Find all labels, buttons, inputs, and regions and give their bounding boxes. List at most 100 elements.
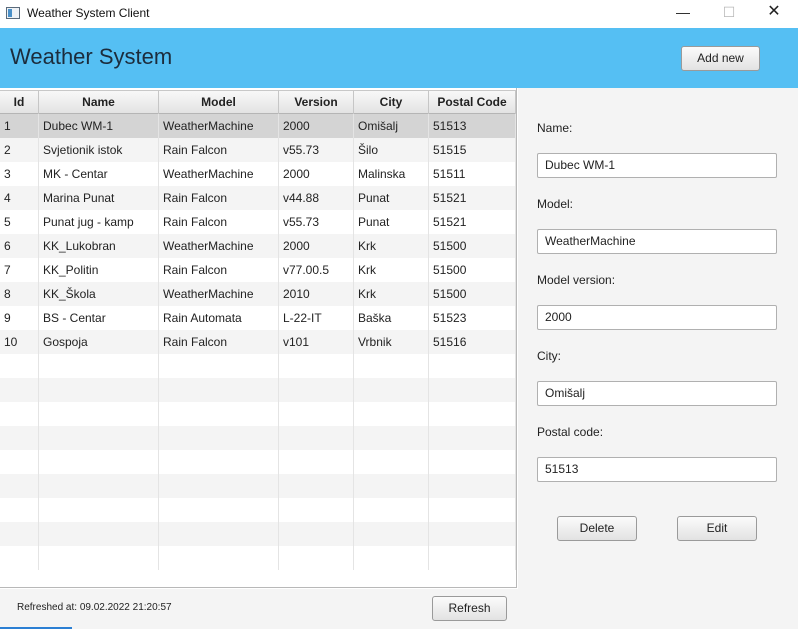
column-header-city[interactable]: City: [354, 91, 429, 114]
cell-name: [39, 498, 159, 522]
cell-postal-code: 51500: [429, 258, 516, 282]
close-icon[interactable]: ✕: [751, 0, 797, 26]
cell-id: [0, 498, 39, 522]
cell-model: WeatherMachine: [159, 114, 279, 138]
table-row[interactable]: 3 MK - Centar WeatherMachine 2000 Malinska 51…: [0, 162, 516, 186]
cell-city: [354, 498, 429, 522]
cell-postal-code: [429, 378, 516, 402]
table-row[interactable]: 8 KK_Škola WeatherMachine 2010 Krk 51500: [0, 282, 516, 306]
cell-postal-code: 51513: [429, 114, 516, 138]
cell-model: [159, 522, 279, 546]
table-row[interactable]: 10 Gospoja Rain Falcon v101 Vrbnik 51516: [0, 330, 516, 354]
cell-city: Punat: [354, 186, 429, 210]
table-empty-row: [0, 474, 516, 498]
cell-postal-code: [429, 354, 516, 378]
cell-postal-code: [429, 546, 516, 570]
cell-model: WeatherMachine: [159, 282, 279, 306]
postal-code-field[interactable]: 51513: [537, 457, 777, 482]
cell-city: Krk: [354, 258, 429, 282]
cell-id: 4: [0, 186, 39, 210]
model-version-field[interactable]: 2000: [537, 305, 777, 330]
page-title: Weather System: [10, 44, 173, 69]
cell-version: [279, 498, 354, 522]
table-row[interactable]: 2 Svjetionik istok Rain Falcon v55.73 Šilo 51…: [0, 138, 516, 162]
cell-model: WeatherMachine: [159, 162, 279, 186]
table-row[interactable]: 5 Punat jug - kamp Rain Falcon v55.73 Punat 5…: [0, 210, 516, 234]
cell-city: [354, 546, 429, 570]
cell-postal-code: 51521: [429, 186, 516, 210]
cell-version: v44.88: [279, 186, 354, 210]
cell-version: v77.00.5: [279, 258, 354, 282]
table-empty-row: [0, 378, 516, 402]
table-row[interactable]: 6 KK_Lukobran WeatherMachine 2000 Krk 51500: [0, 234, 516, 258]
window-title-bar: Weather System Client — ☐ ✕: [0, 0, 798, 28]
cell-postal-code: [429, 498, 516, 522]
cell-id: [0, 354, 39, 378]
maximize-icon[interactable]: ☐: [706, 0, 752, 26]
cell-id: 9: [0, 306, 39, 330]
column-header-model[interactable]: Model: [159, 91, 279, 114]
column-header-version[interactable]: Version: [279, 91, 354, 114]
city-field[interactable]: Omišalj: [537, 381, 777, 406]
table-row[interactable]: 4 Marina Punat Rain Falcon v44.88 Punat 51521: [0, 186, 516, 210]
cell-city: Krk: [354, 282, 429, 306]
table-body: 1 Dubec WM-1 WeatherMachine 2000 Omišalj 5151…: [0, 114, 516, 570]
delete-button[interactable]: Delete: [557, 516, 637, 541]
cell-model: Rain Falcon: [159, 138, 279, 162]
cell-id: [0, 546, 39, 570]
add-new-button[interactable]: Add new: [681, 46, 760, 71]
table-empty-row: [0, 498, 516, 522]
column-header-postal-code[interactable]: Postal Code: [429, 91, 516, 114]
cell-name: Svjetionik istok: [39, 138, 159, 162]
table-row[interactable]: 9 BS - Centar Rain Automata L-22-IT Baška 515…: [0, 306, 516, 330]
cell-city: [354, 354, 429, 378]
cell-model: [159, 426, 279, 450]
cell-model: [159, 546, 279, 570]
cell-postal-code: 51511: [429, 162, 516, 186]
details-form: Name: Dubec WM-1 Model: WeatherMachine M…: [518, 88, 798, 629]
table-empty-row: [0, 354, 516, 378]
cell-version: [279, 546, 354, 570]
refresh-button[interactable]: Refresh: [432, 596, 507, 621]
cell-postal-code: [429, 450, 516, 474]
cell-name: [39, 426, 159, 450]
cell-postal-code: [429, 426, 516, 450]
cell-postal-code: [429, 402, 516, 426]
cell-city: [354, 426, 429, 450]
postal-code-label: Postal code:: [537, 425, 604, 439]
minimize-icon[interactable]: —: [660, 0, 706, 26]
table-empty-row: [0, 546, 516, 570]
cell-version: v55.73: [279, 210, 354, 234]
cell-city: Krk: [354, 234, 429, 258]
edit-button[interactable]: Edit: [677, 516, 757, 541]
name-label: Name:: [537, 121, 573, 135]
model-field[interactable]: WeatherMachine: [537, 229, 777, 254]
cell-name: [39, 450, 159, 474]
cell-id: [0, 522, 39, 546]
cell-id: 5: [0, 210, 39, 234]
cell-postal-code: [429, 474, 516, 498]
table-row[interactable]: 7 KK_Politin Rain Falcon v77.00.5 Krk 51500: [0, 258, 516, 282]
cell-id: 7: [0, 258, 39, 282]
cell-city: [354, 378, 429, 402]
model-version-label: Model version:: [537, 273, 616, 287]
cell-name: Dubec WM-1: [39, 114, 159, 138]
cell-city: [354, 450, 429, 474]
cell-name: Marina Punat: [39, 186, 159, 210]
cell-name: MK - Centar: [39, 162, 159, 186]
table-empty-row: [0, 522, 516, 546]
table-empty-row: [0, 450, 516, 474]
cell-id: [0, 474, 39, 498]
name-field[interactable]: Dubec WM-1: [537, 153, 777, 178]
column-header-name[interactable]: Name: [39, 91, 159, 114]
table-header: Id Name Model Version City Postal Code: [0, 90, 516, 114]
city-label: City:: [537, 349, 561, 363]
cell-city: Vrbnik: [354, 330, 429, 354]
cell-name: KK_Lukobran: [39, 234, 159, 258]
cell-version: 2000: [279, 162, 354, 186]
stations-table[interactable]: Id Name Model Version City Postal Code 1…: [0, 88, 517, 588]
column-header-id[interactable]: Id: [0, 91, 39, 114]
cell-version: [279, 474, 354, 498]
table-row[interactable]: 1 Dubec WM-1 WeatherMachine 2000 Omišalj 5151…: [0, 114, 516, 138]
cell-version: 2010: [279, 282, 354, 306]
